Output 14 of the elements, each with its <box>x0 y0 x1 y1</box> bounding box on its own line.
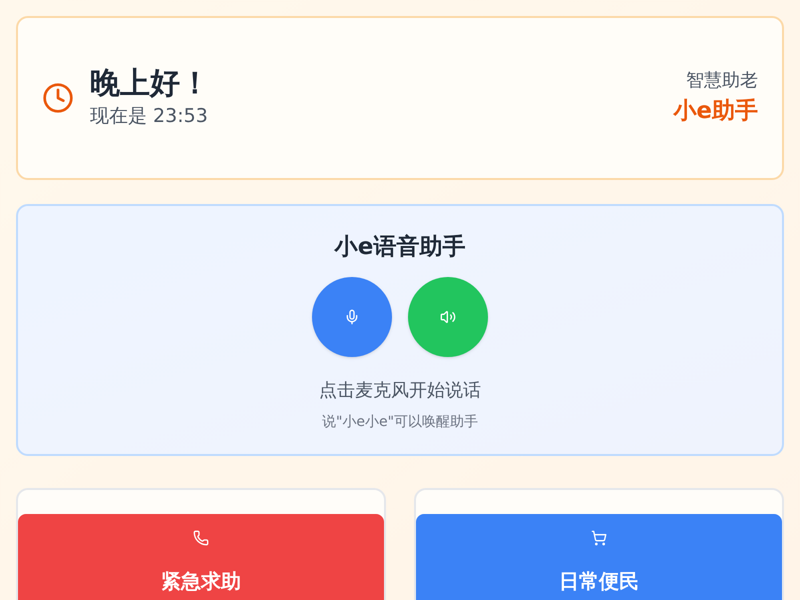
brand-name: 小e助手 <box>673 97 758 126</box>
current-time: 现在是 23:53 <box>90 104 209 129</box>
feature-button[interactable]: 紧急求助 <box>18 514 384 600</box>
feature-button[interactable]: 日常便民 <box>416 514 782 600</box>
clock-icon <box>42 82 74 114</box>
voice-hint: 点击麦克风开始说话 <box>319 378 481 402</box>
phone-icon <box>193 530 209 546</box>
voice-title: 小e语音助手 <box>334 233 466 262</box>
microphone-icon <box>344 308 360 324</box>
tagline: 智慧助老 <box>686 69 758 94</box>
wake-hint: 说"小e小e"可以唤醒助手 <box>322 412 478 432</box>
shopping-cart-icon <box>591 530 607 546</box>
greeting-title: 晚上好！ <box>90 66 210 102</box>
speaker-icon <box>440 308 456 324</box>
